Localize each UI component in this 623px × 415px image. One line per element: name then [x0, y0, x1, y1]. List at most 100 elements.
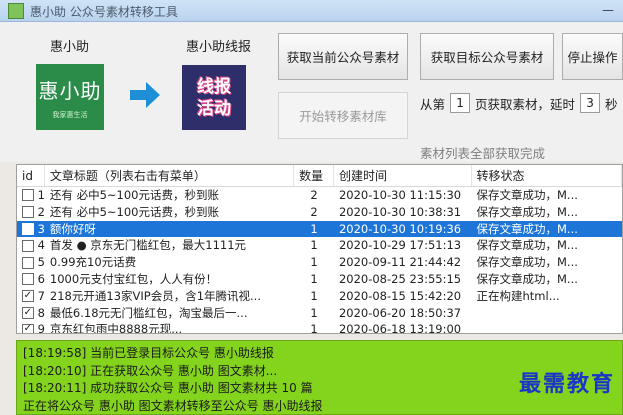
row-id: 7 — [37, 288, 45, 303]
header-time[interactable]: 创建时间 — [334, 165, 472, 186]
row-time: 2020-10-29 17:51:13 — [338, 238, 462, 253]
row-id-cell: 6 — [17, 271, 45, 288]
title-bar: 惠小助 公众号素材转移工具 — — [0, 0, 623, 22]
row-id: 1 — [37, 188, 45, 202]
watermark-text: 最需教育 — [518, 371, 615, 397]
account-panel: 惠小助 惠小助 我家惠生活 惠小助线报 线报 活动 获取当前公众号素材 获取目标… — [0, 22, 623, 162]
target-logo-line1: 线报 — [197, 76, 231, 97]
row-time: 2020-08-15 15:42:20 — [338, 288, 462, 303]
table-row[interactable]: ✓ 8 最低6.18元无门槛红包，淘宝最后一... 1 2020-06-20 18:50… — [17, 305, 622, 322]
row-id-cell: 3 — [17, 221, 45, 238]
table-row[interactable]: 5 0.99充10元话费 1 2020-09-11 21:44:42 保存文章成功，M.… — [17, 254, 622, 271]
row-id-cell: ✓ 8 — [17, 305, 45, 322]
log-line: [18:19:58] 当前已登录目标公众号 惠小助线报 — [23, 346, 274, 360]
row-status: 保存文章成功，M... — [476, 271, 578, 286]
material-table[interactable]: id 文章标题（列表右击有菜单） 数量 创建时间 转移状态 1 还有 必中5~10… — [16, 164, 623, 334]
row-count: 1 — [310, 238, 318, 253]
row-title: 1000元支付宝红包，人人有份！ — [49, 271, 218, 286]
seconds-label: 秒 — [605, 96, 618, 112]
row-time: 2020-06-18 13:19:00 — [338, 322, 462, 334]
table-header: id 文章标题（列表右击有菜单） 数量 创建时间 转移状态 — [17, 165, 622, 187]
row-count: 2 — [310, 204, 318, 219]
fetch-current-button[interactable]: 获取当前公众号素材 — [278, 33, 408, 80]
row-status — [472, 305, 623, 322]
from-label: 从第 — [420, 96, 446, 112]
page-range-controls: 从第 1 页获取素材，延时 3 秒 — [420, 93, 618, 113]
fetch-status-note: 素材列表全部获取完成 — [420, 146, 546, 161]
delay-input[interactable]: 3 — [580, 93, 601, 113]
row-id: 9 — [37, 322, 45, 334]
row-checkbox[interactable] — [22, 206, 34, 219]
arrow-right-icon — [130, 82, 160, 108]
table-row[interactable]: 1 还有 必中5~100元话费，秒到账 2 2020-10-30 11:15:30 保存… — [17, 187, 622, 204]
minimize-icon[interactable]: — — [593, 0, 623, 20]
row-count: 1 — [310, 305, 318, 320]
row-count: 2 — [310, 188, 318, 202]
row-status: 正在构建html... — [476, 288, 560, 303]
row-time: 2020-10-30 10:38:31 — [338, 204, 462, 219]
row-time: 2020-08-25 23:55:15 — [338, 271, 462, 286]
row-status: 保存文章成功，M... — [476, 238, 578, 253]
row-time: 2020-10-30 11:15:30 — [338, 188, 462, 202]
source-account-name: 惠小助 — [50, 40, 90, 55]
header-id[interactable]: id — [17, 165, 45, 186]
row-checkbox[interactable]: ✓ — [22, 290, 34, 303]
row-status: 保存文章成功，M... — [476, 188, 578, 202]
log-line: 正在将公众号 惠小助 图文素材转移至公众号 惠小助线报 — [23, 398, 323, 413]
source-account-logo: 惠小助 我家惠生活 — [36, 64, 104, 130]
row-count: 1 — [310, 271, 318, 286]
table-row[interactable]: ✓ 7 218元开通13家VIP会员，含1年腾讯视... 1 2020-08-15 15… — [17, 288, 622, 305]
row-id: 5 — [37, 255, 45, 270]
row-count: 1 — [310, 322, 318, 334]
page-label: 页获取素材，延时 — [475, 96, 576, 112]
row-title: 京东红包雨中8888元现... — [49, 322, 183, 334]
table-row[interactable]: 2 还有 必中5~100元话费，秒到账 2 2020-10-30 10:38:31 保存… — [17, 204, 622, 221]
row-id-cell: ✓ 7 — [17, 288, 45, 305]
table-row[interactable]: 6 1000元支付宝红包，人人有份！ 1 2020-08-25 23:55:15 保存文… — [17, 271, 622, 288]
table-row[interactable]: ✓ 9 京东红包雨中8888元现... 1 2020-06-18 13:19:00 — [17, 321, 623, 334]
target-account-logo: 线报 活动 — [182, 65, 246, 130]
row-checkbox[interactable] — [22, 273, 34, 286]
row-id: 6 — [37, 271, 45, 286]
row-checkbox[interactable] — [22, 222, 34, 235]
row-title: 218元开通13家VIP会员，含1年腾讯视... — [49, 288, 261, 303]
row-checkbox[interactable] — [22, 189, 34, 202]
row-count: 1 — [310, 221, 318, 236]
source-logo-text: 惠小助 — [38, 78, 102, 103]
fetch-target-button[interactable]: 获取目标公众号素材 — [420, 33, 554, 80]
window-title: 惠小助 公众号素材转移工具 — [30, 5, 178, 19]
stop-button[interactable]: 停止操作 — [562, 33, 623, 80]
header-count[interactable]: 数量 — [294, 165, 334, 186]
start-transfer-button[interactable]: 开始转移素材库 — [278, 92, 408, 139]
row-title: 额你好呀 — [49, 221, 96, 236]
row-time: 2020-06-20 18:50:37 — [338, 305, 462, 320]
row-id-cell: 4 — [17, 237, 45, 254]
row-checkbox[interactable]: ✓ — [22, 323, 34, 333]
header-status[interactable]: 转移状态 — [472, 165, 622, 186]
row-checkbox[interactable] — [22, 239, 34, 252]
row-title: 首发 ● 京东无门槛红包，最大1111元 — [49, 238, 247, 253]
window-controls: — — [593, 0, 623, 22]
row-checkbox[interactable] — [22, 256, 34, 269]
row-id: 2 — [37, 204, 45, 219]
row-title: 还有 必中5~100元话费，秒到账 — [49, 188, 219, 202]
row-checkbox[interactable]: ✓ — [22, 307, 34, 319]
table-row[interactable]: 3 额你好呀 1 2020-10-30 10:19:36 保存文章成功，M... — [17, 220, 622, 238]
app-icon — [8, 3, 24, 19]
header-title[interactable]: 文章标题（列表右击有菜单） — [45, 165, 295, 186]
row-time: 2020-10-30 10:19:36 — [338, 221, 462, 236]
row-count: 1 — [310, 255, 318, 270]
table-row[interactable]: 4 首发 ● 京东无门槛红包，最大1111元 1 2020-10-29 17:51:1… — [17, 237, 622, 254]
row-id-cell: ✓ 9 — [17, 321, 45, 334]
from-page-input[interactable]: 1 — [450, 93, 471, 113]
row-status — [472, 321, 623, 333]
row-id-cell: 5 — [17, 254, 45, 271]
row-title: 0.99充10元话费 — [49, 255, 137, 270]
row-count: 1 — [310, 288, 318, 303]
row-title: 最低6.18元无门槛红包，淘宝最后一... — [49, 305, 248, 320]
row-id: 8 — [37, 305, 45, 320]
target-logo-line2: 活动 — [197, 98, 231, 119]
row-id: 3 — [37, 221, 45, 236]
target-account-name: 惠小助线报 — [186, 40, 252, 55]
row-status: 保存文章成功，M... — [476, 221, 578, 236]
